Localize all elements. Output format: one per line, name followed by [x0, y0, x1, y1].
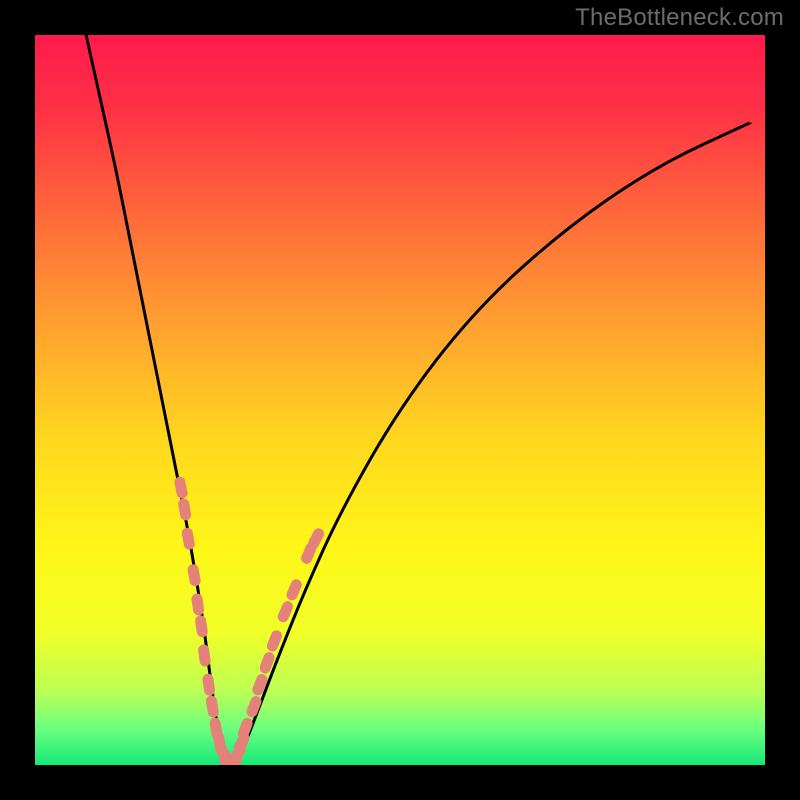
curve-marker	[194, 615, 208, 638]
curve-marker	[187, 563, 202, 587]
curve-layer	[35, 35, 765, 765]
curve-marker	[191, 593, 205, 616]
chart-frame: TheBottleneck.com	[0, 0, 800, 800]
plot-area	[35, 35, 765, 765]
curve-marker	[197, 644, 211, 667]
curve-marker	[173, 476, 188, 500]
curve-marker	[202, 673, 216, 696]
bottleneck-curve	[86, 35, 750, 763]
curve-marker	[205, 695, 220, 719]
curve-marker	[177, 498, 192, 522]
watermark-label: TheBottleneck.com	[575, 4, 784, 32]
curve-marker	[181, 527, 196, 551]
